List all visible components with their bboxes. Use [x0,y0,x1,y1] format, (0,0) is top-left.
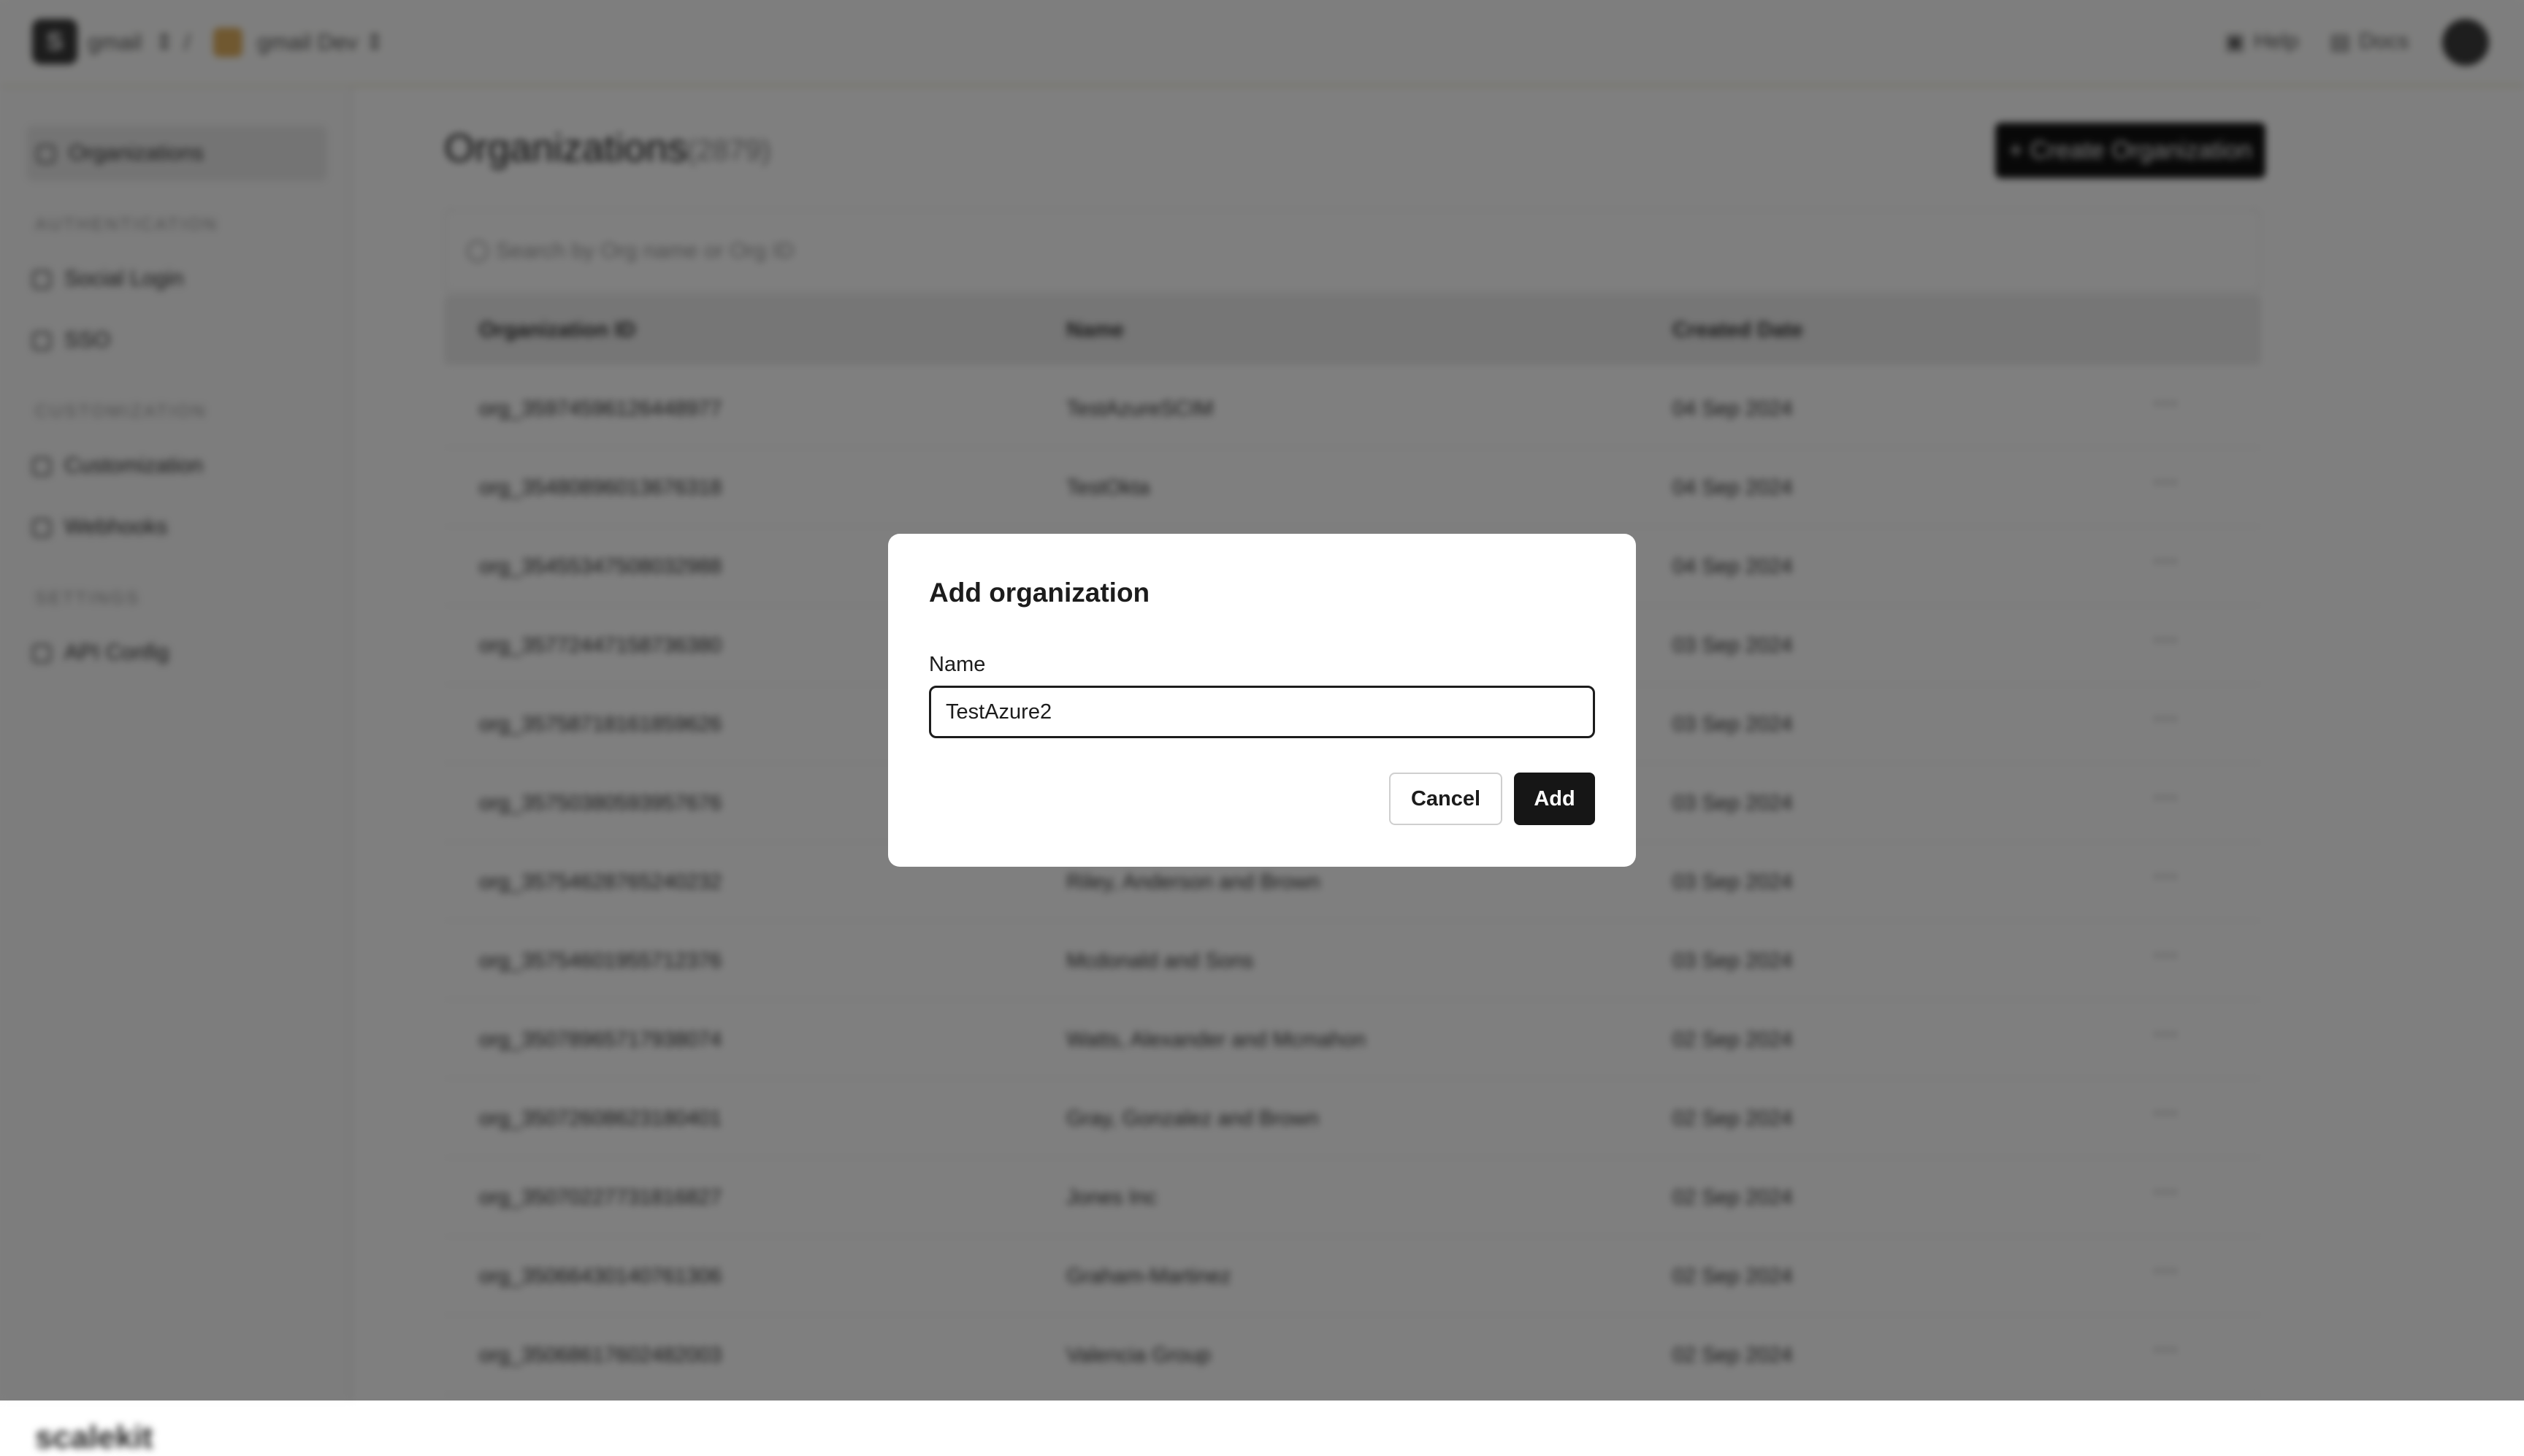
add-organization-dialog: Add organization Name Cancel Add [888,534,1636,867]
cancel-button[interactable]: Cancel [1389,773,1502,825]
add-button[interactable]: Add [1514,773,1595,825]
brand-logo: scalekit [35,1419,153,1455]
name-field-label: Name [929,653,986,676]
organization-name-input[interactable] [929,686,1595,738]
dialog-title: Add organization [929,578,1150,608]
